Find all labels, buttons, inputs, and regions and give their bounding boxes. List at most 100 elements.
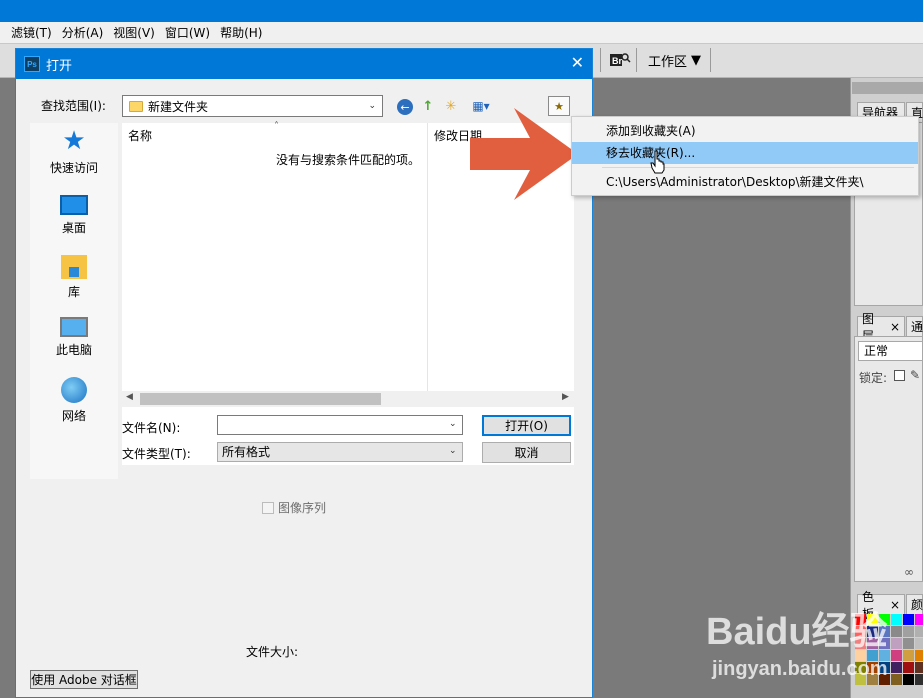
lookin-label: 查找范围(I): bbox=[41, 99, 106, 113]
menu-help[interactable]: 帮助(H) bbox=[215, 23, 267, 43]
color-swatch[interactable] bbox=[915, 626, 923, 637]
chevron-down-icon: ⌄ bbox=[368, 101, 376, 111]
chevron-down-icon[interactable]: ⌄ bbox=[449, 419, 457, 429]
close-icon[interactable]: × bbox=[890, 320, 900, 334]
image-sequence-label: 图像序列 bbox=[278, 501, 327, 515]
tab-channels-label: 通 bbox=[911, 320, 923, 334]
color-swatch[interactable] bbox=[891, 626, 902, 637]
color-swatch[interactable] bbox=[903, 674, 914, 685]
folder-icon bbox=[129, 100, 143, 112]
blend-mode-select[interactable]: 正常 bbox=[858, 341, 923, 361]
workspace-button[interactable]: 工作区 ▼ bbox=[640, 49, 709, 71]
dialog-title-bar[interactable]: Ps 打开 ✕ bbox=[16, 49, 592, 79]
color-swatch[interactable] bbox=[903, 638, 914, 649]
place-network[interactable]: 网络 bbox=[30, 375, 118, 424]
menu-item-remove-favorite[interactable]: 移去收藏夹(R)... bbox=[572, 142, 918, 164]
color-swatch[interactable] bbox=[915, 638, 923, 649]
menu-item-add-favorite[interactable]: 添加到收藏夹(A) bbox=[572, 120, 918, 142]
lock-label: 锁定: bbox=[859, 371, 888, 385]
toolbar-separator bbox=[636, 48, 637, 72]
place-label: 库 bbox=[67, 285, 80, 299]
watermark-logo: Baidu经验 bbox=[706, 611, 888, 653]
up-folder-icon[interactable]: ↑ bbox=[419, 97, 437, 115]
tab-channels[interactable]: 通 bbox=[906, 316, 923, 336]
toolbar-separator bbox=[600, 48, 601, 72]
tab-color-label: 颜 bbox=[911, 598, 923, 612]
scroll-left-icon[interactable]: ◀ bbox=[126, 392, 133, 402]
tab-layers[interactable]: 图层 × bbox=[857, 312, 905, 343]
workspace-label: 工作区 bbox=[648, 54, 688, 70]
horizontal-scrollbar[interactable]: ◀ ▶ bbox=[122, 391, 574, 407]
star-icon: ★ bbox=[62, 126, 86, 156]
column-header-name[interactable]: 名称 bbox=[128, 127, 152, 144]
favorites-context-menu: 添加到收藏夹(A) 移去收藏夹(R)... C:\Users\Administr… bbox=[571, 116, 919, 196]
color-swatch[interactable] bbox=[903, 662, 914, 673]
color-swatch[interactable] bbox=[915, 650, 923, 661]
annotation-arrow-icon bbox=[470, 108, 578, 200]
menu-window[interactable]: 窗口(W) bbox=[160, 23, 215, 43]
color-swatch[interactable] bbox=[891, 662, 902, 673]
color-swatch[interactable] bbox=[891, 650, 902, 661]
color-swatch[interactable] bbox=[915, 674, 923, 685]
library-icon bbox=[61, 255, 87, 279]
place-this-pc[interactable]: 此电脑 bbox=[30, 313, 118, 358]
place-desktop[interactable]: 桌面 bbox=[30, 191, 118, 236]
menu-item-favorite-path[interactable]: C:\Users\Administrator\Desktop\新建文件夹\ bbox=[572, 171, 918, 193]
color-swatch[interactable] bbox=[915, 662, 923, 673]
close-icon[interactable]: ✕ bbox=[571, 53, 584, 73]
link-icon[interactable]: ∞ bbox=[904, 565, 914, 579]
chevron-down-icon[interactable]: ⌄ bbox=[449, 446, 457, 456]
color-swatch[interactable] bbox=[891, 614, 902, 625]
color-swatch[interactable] bbox=[903, 650, 914, 661]
dropdown-arrow-icon: ▼ bbox=[691, 52, 702, 68]
image-sequence-checkbox[interactable] bbox=[262, 501, 274, 514]
menu-view[interactable]: 视图(V) bbox=[108, 23, 160, 43]
svg-text:Br: Br bbox=[612, 56, 622, 66]
menu-filter[interactable]: 滤镜(T) bbox=[6, 23, 57, 43]
filetype-label: 文件类型(T): bbox=[122, 447, 191, 461]
place-label: 桌面 bbox=[61, 221, 86, 235]
lock-transparency-icon[interactable] bbox=[894, 370, 905, 381]
filename-label: 文件名(N): bbox=[122, 421, 181, 435]
cancel-button[interactable]: 取消 bbox=[482, 442, 571, 463]
hand-cursor-icon bbox=[650, 150, 665, 174]
lookin-value: 新建文件夹 bbox=[148, 99, 209, 114]
menu-separator bbox=[602, 167, 914, 168]
menu-analysis[interactable]: 分析(A) bbox=[57, 23, 109, 43]
use-adobe-dialog-button[interactable]: 使用 Adobe 对话框 bbox=[30, 670, 138, 689]
dock-grip[interactable] bbox=[852, 82, 923, 94]
place-label: 网络 bbox=[61, 409, 86, 423]
filename-input[interactable] bbox=[217, 415, 463, 435]
places-bar: ★ 快速访问 桌面 库 此电脑 网络 bbox=[30, 123, 118, 479]
empty-message: 没有与搜索条件匹配的项。 bbox=[276, 153, 421, 167]
color-swatch[interactable] bbox=[903, 626, 914, 637]
color-swatch[interactable] bbox=[891, 638, 902, 649]
column-divider[interactable] bbox=[427, 123, 428, 391]
watermark-url: jingyan.baidu.com bbox=[712, 658, 888, 680]
app-title-bar bbox=[0, 0, 923, 22]
place-label: 此电脑 bbox=[55, 343, 92, 357]
photoshop-icon: Ps bbox=[24, 56, 40, 72]
new-folder-icon[interactable]: ✳ bbox=[442, 97, 460, 115]
back-icon[interactable]: ← bbox=[397, 99, 413, 115]
filetype-select[interactable]: 所有格式 bbox=[217, 442, 463, 462]
open-button[interactable]: 打开(O) bbox=[482, 415, 571, 436]
lock-pixels-icon[interactable]: ✎ bbox=[910, 368, 920, 382]
menu-bar: 滤镜(T) 分析(A) 视图(V) 窗口(W) 帮助(H) bbox=[0, 22, 923, 44]
color-swatch[interactable] bbox=[915, 614, 923, 625]
scrollbar-thumb[interactable] bbox=[140, 393, 381, 405]
color-swatch[interactable] bbox=[891, 674, 902, 685]
computer-icon bbox=[60, 317, 88, 337]
bridge-button[interactable]: Br bbox=[606, 49, 634, 71]
tab-color[interactable]: 颜 bbox=[906, 594, 923, 614]
filesize-label: 文件大小: bbox=[246, 645, 299, 659]
scroll-right-icon[interactable]: ▶ bbox=[562, 392, 569, 402]
dialog-title: 打开 bbox=[46, 58, 73, 74]
close-icon[interactable]: × bbox=[890, 598, 900, 612]
color-swatch[interactable] bbox=[903, 614, 914, 625]
lookin-select[interactable]: 新建文件夹 ⌄ bbox=[122, 95, 383, 117]
desktop-icon bbox=[60, 195, 88, 215]
place-library[interactable]: 库 bbox=[30, 253, 118, 300]
place-quick-access[interactable]: ★ 快速访问 bbox=[30, 127, 118, 176]
image-sequence-option: 图像序列 bbox=[262, 499, 326, 516]
